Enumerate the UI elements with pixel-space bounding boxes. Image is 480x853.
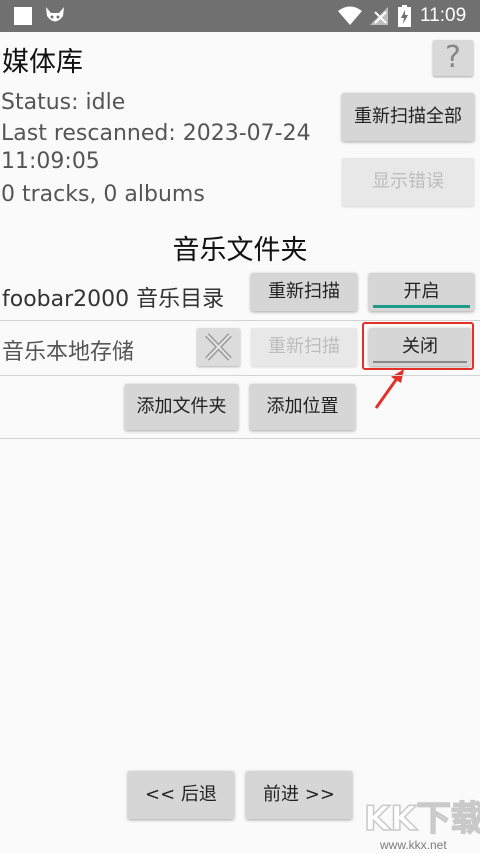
add-location-label: 添加位置 xyxy=(266,396,339,417)
highlight-box xyxy=(362,322,474,370)
rescan-folder-button[interactable]: 重新扫描 xyxy=(251,273,357,311)
back-label: << 后退 xyxy=(145,784,217,805)
notification-square-icon xyxy=(14,7,32,25)
folder-toggle-label: 开启 xyxy=(403,281,440,302)
rescan-folder-button[interactable]: 重新扫描 xyxy=(251,328,357,366)
divider xyxy=(0,438,480,439)
section-title: 音乐文件夹 xyxy=(172,235,308,266)
clock: 11:09 xyxy=(420,5,467,26)
add-folder-label: 添加文件夹 xyxy=(136,396,227,417)
watermark-url: www.kkx.net xyxy=(380,838,447,852)
remove-folder-button[interactable] xyxy=(197,328,240,366)
rescan-all-button[interactable]: 重新扫描全部 xyxy=(342,93,474,141)
last-rescanned-text: Last rescanned: 2023-07-24 xyxy=(1,121,311,146)
divider xyxy=(0,375,480,376)
last-rescanned-time: 11:09:05 xyxy=(1,149,100,174)
status-bar: 11:09 xyxy=(0,0,480,32)
close-x-icon xyxy=(205,333,232,361)
help-button[interactable]: ? xyxy=(433,40,473,76)
forward-button[interactable]: 前进 >> xyxy=(246,771,352,819)
page-title: 媒体库 xyxy=(2,47,83,78)
watermark-logo: KK下载 xyxy=(363,798,480,838)
screen: 11:09 媒体库 ? Status: idle Last rescanned:… xyxy=(0,0,480,853)
track-album-count: 0 tracks, 0 albums xyxy=(1,182,205,207)
back-button[interactable]: << 后退 xyxy=(128,771,234,819)
folder-name: 音乐本地存储 xyxy=(2,340,135,365)
folder-name: foobar2000 音乐目录 xyxy=(2,287,225,312)
add-folder-button[interactable]: 添加文件夹 xyxy=(125,384,238,430)
add-location-button[interactable]: 添加位置 xyxy=(250,384,355,430)
wifi-icon xyxy=(338,6,362,25)
rescan-all-label: 重新扫描全部 xyxy=(354,106,462,127)
foobar-fox-icon xyxy=(46,7,64,22)
show-errors-button[interactable]: 显示错误 xyxy=(342,158,474,206)
status-text: Status: idle xyxy=(1,90,126,115)
battery-charging-icon xyxy=(398,5,411,27)
rescan-folder-label: 重新扫描 xyxy=(268,336,340,357)
divider xyxy=(0,320,480,321)
rescan-folder-label: 重新扫描 xyxy=(268,281,340,302)
signal-icon xyxy=(370,7,388,25)
forward-label: 前进 >> xyxy=(263,784,335,805)
help-icon: ? xyxy=(445,40,461,75)
show-errors-label: 显示错误 xyxy=(372,171,444,192)
folder-toggle-on-button[interactable]: 开启 xyxy=(369,273,474,311)
watermark-brand: KK下载 xyxy=(364,799,480,838)
